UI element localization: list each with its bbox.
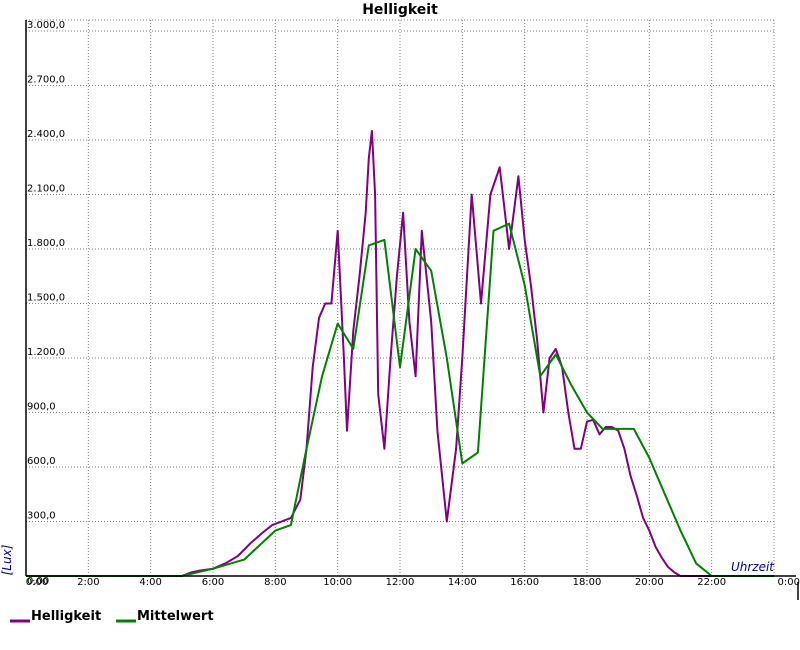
- axes: [25, 20, 799, 600]
- x-tick-label: 12:00: [386, 577, 415, 588]
- y-tick-label: 300,0: [27, 511, 56, 522]
- y-tick-label: 3.000,0: [27, 20, 65, 31]
- y-tick-label: 600,0: [27, 456, 56, 467]
- chart: Helligkeit 0,00300,0600,0900,01.200,01.5…: [0, 2, 800, 624]
- x-tick-label: 8:00: [264, 577, 286, 588]
- grid: [26, 20, 774, 576]
- y-tick-label: 2.100,0: [27, 184, 65, 195]
- legend-label-mittelwert: Mittelwert: [137, 609, 214, 624]
- x-tick-label: 18:00: [573, 577, 602, 588]
- x-tick-label: 14:00: [448, 577, 477, 588]
- plot-frame: [26, 19, 775, 576]
- y-axis-label: [Lux]: [0, 544, 14, 575]
- chart-title: Helligkeit: [362, 2, 438, 18]
- y-tick-label: 1.500,0: [27, 293, 65, 304]
- y-tick-label: 2.400,0: [27, 129, 65, 140]
- legend-label-helligkeit: Helligkeit: [31, 609, 101, 624]
- x-tick-label: 16:00: [510, 577, 539, 588]
- x-tick-label: 4:00: [139, 577, 161, 588]
- x-tick-label: 6:00: [202, 577, 224, 588]
- x-tick-label: 0:00: [26, 577, 48, 588]
- x-tick-labels: 0:00 2:00 4:00 6:00 8:00 10:00 12:00 14:00 16:00…: [26, 577, 800, 588]
- x-tick-label: 22:00: [697, 577, 726, 588]
- x-tick-label: 0:00: [778, 577, 800, 588]
- y-tick-label: 900,0: [27, 402, 56, 413]
- x-axis-label: Uhrzeit: [731, 560, 775, 574]
- y-tick-label: 1.800,0: [27, 238, 65, 249]
- legend: Helligkeit Mittelwert: [10, 609, 214, 624]
- y-tick-label: 1.200,0: [27, 347, 65, 358]
- x-tick-label: 10:00: [323, 577, 352, 588]
- series-line-mittelwert: [26, 222, 774, 577]
- x-tick-label: 2:00: [77, 577, 99, 588]
- y-tick-label: 2.700,0: [27, 75, 65, 86]
- x-tick-label: 20:00: [635, 577, 664, 588]
